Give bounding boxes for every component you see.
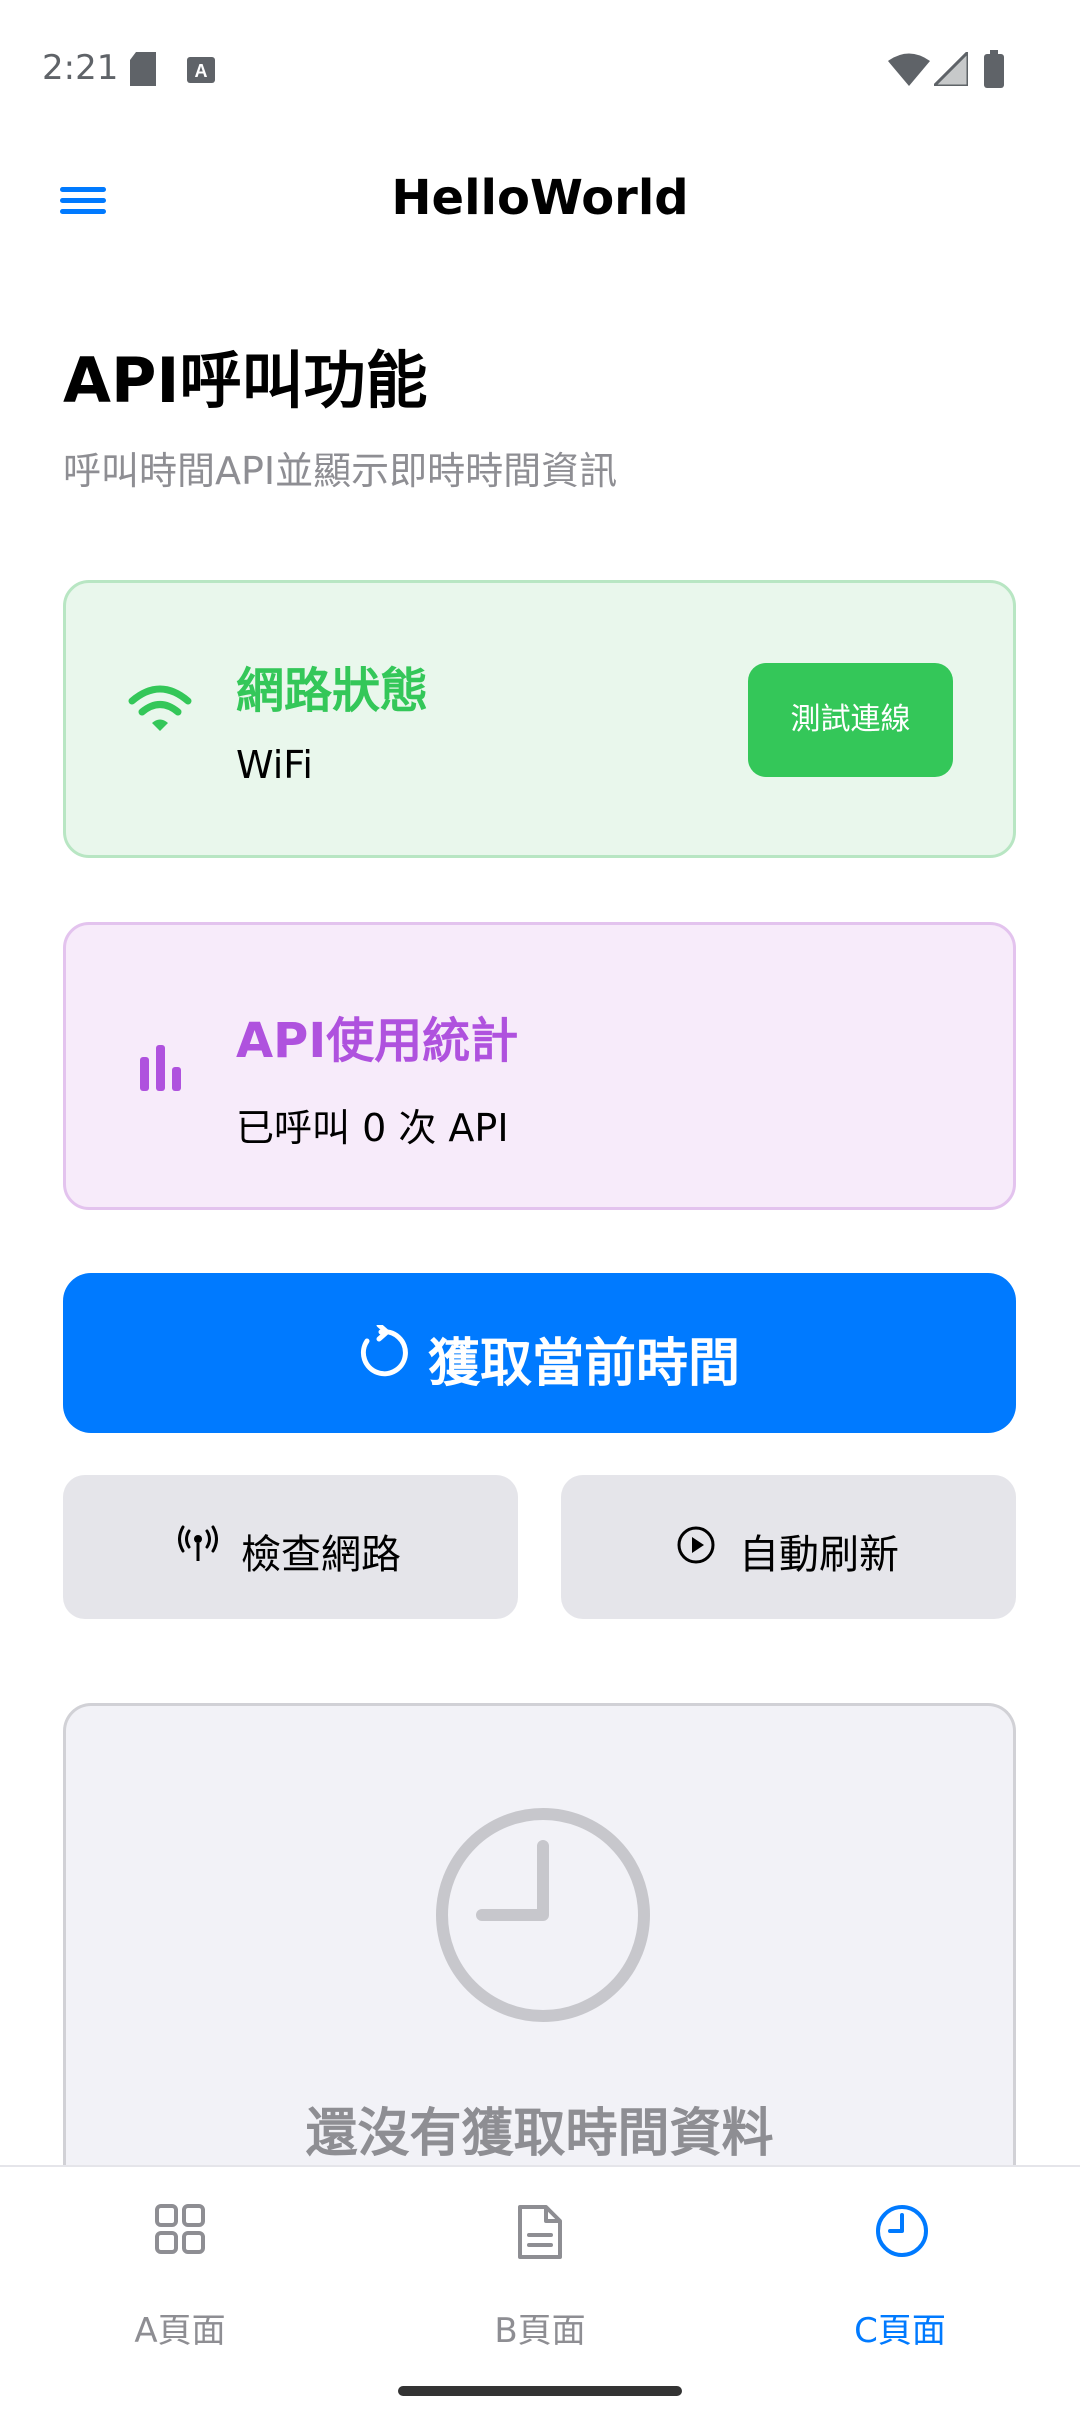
api-stats-title: API使用統計 [236, 1013, 519, 1069]
wifi-icon [128, 685, 192, 731]
api-stats-card: API使用統計 已呼叫 0 次 API [63, 922, 1016, 1210]
antenna-icon [178, 1525, 218, 1561]
tab-c-label: C頁面 [854, 2311, 946, 2351]
app-bar: HelloWorld [0, 140, 1080, 260]
network-status-value: WiFi [236, 743, 313, 787]
check-network-label: 檢查網路 [241, 1532, 401, 1578]
home-indicator[interactable] [398, 2386, 682, 2396]
test-connection-button[interactable]: 測試連線 [748, 663, 953, 777]
get-current-time-button[interactable]: 獲取當前時間 [63, 1273, 1016, 1433]
time-result-card: 還沒有獲取時間資料 [63, 1703, 1016, 2223]
page-heading: API呼叫功能 [63, 344, 428, 417]
cell-signal-icon [930, 48, 970, 90]
status-bar: 2:21 A [0, 0, 1080, 140]
refresh-icon [360, 1325, 408, 1377]
document-icon [518, 2205, 562, 2259]
check-network-button[interactable]: 檢查網路 [63, 1475, 518, 1619]
clock-tab-icon [876, 2205, 928, 2257]
api-stats-value: 已呼叫 0 次 API [236, 1106, 509, 1150]
svg-text:A: A [195, 61, 208, 81]
auto-refresh-label: 自動刷新 [739, 1532, 899, 1578]
play-circle-icon [677, 1526, 715, 1564]
tab-a-label: A頁面 [134, 2311, 226, 2351]
bar-chart-icon [140, 1045, 181, 1091]
page-subtitle: 呼叫時間API並顯示即時時間資訊 [63, 449, 618, 493]
status-time: 2:21 [42, 48, 119, 88]
battery-icon [984, 50, 1004, 92]
no-time-data-text: 還沒有獲取時間資料 [305, 2104, 774, 2164]
app-title: HelloWorld [391, 170, 689, 226]
wifi-signal-icon [888, 52, 930, 90]
auto-refresh-button[interactable]: 自動刷新 [561, 1475, 1016, 1619]
network-status-card: 網路狀態 WiFi 測試連線 [63, 580, 1016, 858]
grid-icon [155, 2204, 205, 2254]
sd-card-icon [128, 52, 158, 90]
get-current-time-label: 獲取當前時間 [428, 1334, 741, 1394]
tab-b-label: B頁面 [494, 2311, 586, 2351]
clock-icon [436, 1808, 650, 2022]
tab-c-page[interactable]: C頁面 [800, 2203, 1000, 2353]
tab-a-page[interactable]: A頁面 [80, 2203, 280, 2353]
tab-b-page[interactable]: B頁面 [440, 2203, 640, 2353]
network-status-title: 網路狀態 [236, 663, 429, 719]
keyboard-a-icon: A [186, 56, 216, 88]
